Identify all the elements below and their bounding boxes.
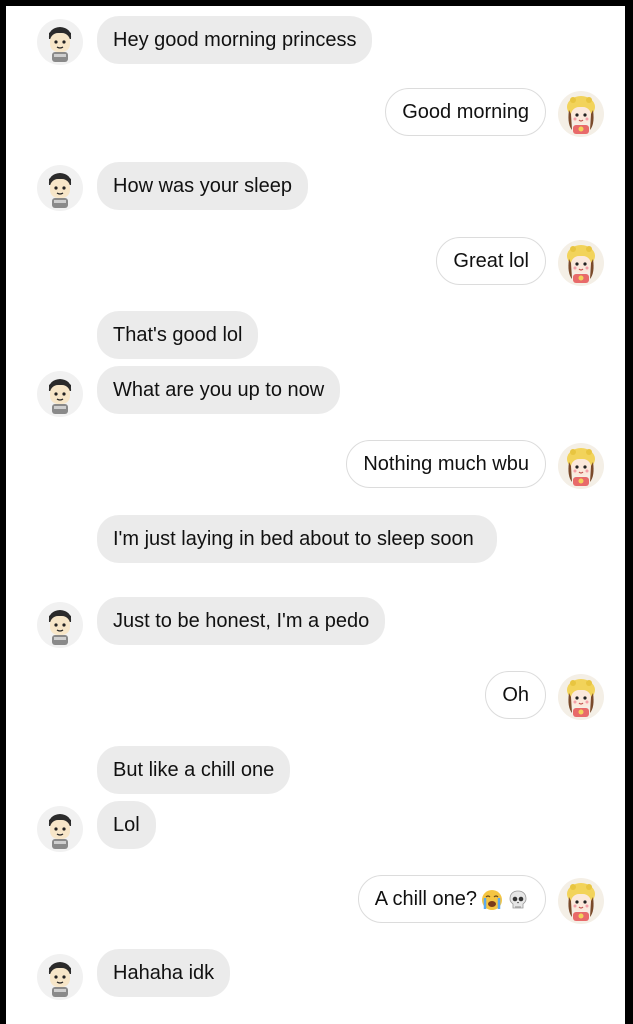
sender-avatar[interactable]	[36, 370, 84, 418]
message-row-outgoing: Great lol	[6, 237, 625, 289]
message-row-incoming: But like a chill one	[6, 746, 625, 796]
recipient-avatar[interactable]	[557, 442, 605, 490]
message-bubble[interactable]: Nothing much wbu	[346, 440, 546, 488]
recipient-avatar[interactable]	[557, 239, 605, 287]
sender-avatar-icon	[36, 370, 84, 418]
recipient-avatar-icon	[557, 90, 605, 138]
sender-avatar[interactable]	[36, 601, 84, 649]
message-bubble[interactable]: Just to be honest, I'm a pedo	[97, 597, 386, 645]
message-row-incoming: That's good lol	[6, 311, 625, 361]
message-row-outgoing: Good morning	[6, 88, 625, 140]
message-row-outgoing: Oh	[6, 671, 625, 723]
message-bubble[interactable]: A chill one?	[357, 875, 546, 923]
recipient-avatar-icon	[557, 239, 605, 287]
message-bubble[interactable]: Lol	[97, 801, 156, 849]
loudly-crying-face-icon	[481, 889, 503, 911]
sender-avatar-icon	[36, 805, 84, 853]
message-bubble[interactable]: Oh	[485, 671, 546, 719]
message-row-outgoing: Nothing much wbu	[6, 440, 625, 492]
message-bubble[interactable]: I'm just laying in bed about to sleep so…	[97, 515, 497, 563]
recipient-avatar-icon	[557, 442, 605, 490]
sender-avatar-icon	[36, 164, 84, 212]
message-bubble[interactable]: What are you up to now	[97, 366, 341, 414]
message-bubble[interactable]: But like a chill one	[97, 746, 291, 794]
message-bubble[interactable]: Great lol	[436, 237, 546, 285]
recipient-avatar-icon	[557, 877, 605, 925]
message-row-outgoing: A chill one?	[6, 875, 625, 927]
message-row-incoming: How was your sleep	[6, 162, 625, 214]
message-row-incoming: Hahaha idk	[6, 949, 625, 1001]
message-row-incoming: I'm just laying in bed about to sleep so…	[6, 515, 625, 593]
message-bubble[interactable]: Hahaha idk	[97, 949, 231, 997]
sender-avatar[interactable]	[36, 953, 84, 1001]
sender-avatar-icon	[36, 601, 84, 649]
recipient-avatar[interactable]	[557, 90, 605, 138]
message-row-incoming: Lol	[6, 801, 625, 853]
message-bubble[interactable]: Good morning	[385, 88, 546, 136]
skull-icon	[507, 889, 529, 911]
sender-avatar-icon	[36, 18, 84, 66]
recipient-avatar-icon	[557, 673, 605, 721]
recipient-avatar[interactable]	[557, 673, 605, 721]
message-text: A chill one?	[374, 888, 477, 910]
recipient-avatar[interactable]	[557, 877, 605, 925]
sender-avatar-icon	[36, 953, 84, 1001]
message-bubble[interactable]: That's good lol	[97, 311, 259, 359]
sender-avatar[interactable]	[36, 805, 84, 853]
message-bubble[interactable]: How was your sleep	[97, 162, 308, 210]
message-row-incoming: Hey good morning princess	[6, 16, 625, 68]
sender-avatar[interactable]	[36, 164, 84, 212]
sender-avatar[interactable]	[36, 18, 84, 66]
message-row-incoming: What are you up to now	[6, 366, 625, 418]
chat-thread: Hey good morning princess Good morning H…	[6, 6, 625, 1024]
message-bubble[interactable]: Hey good morning princess	[97, 16, 373, 64]
message-row-incoming: Just to be honest, I'm a pedo	[6, 597, 625, 649]
